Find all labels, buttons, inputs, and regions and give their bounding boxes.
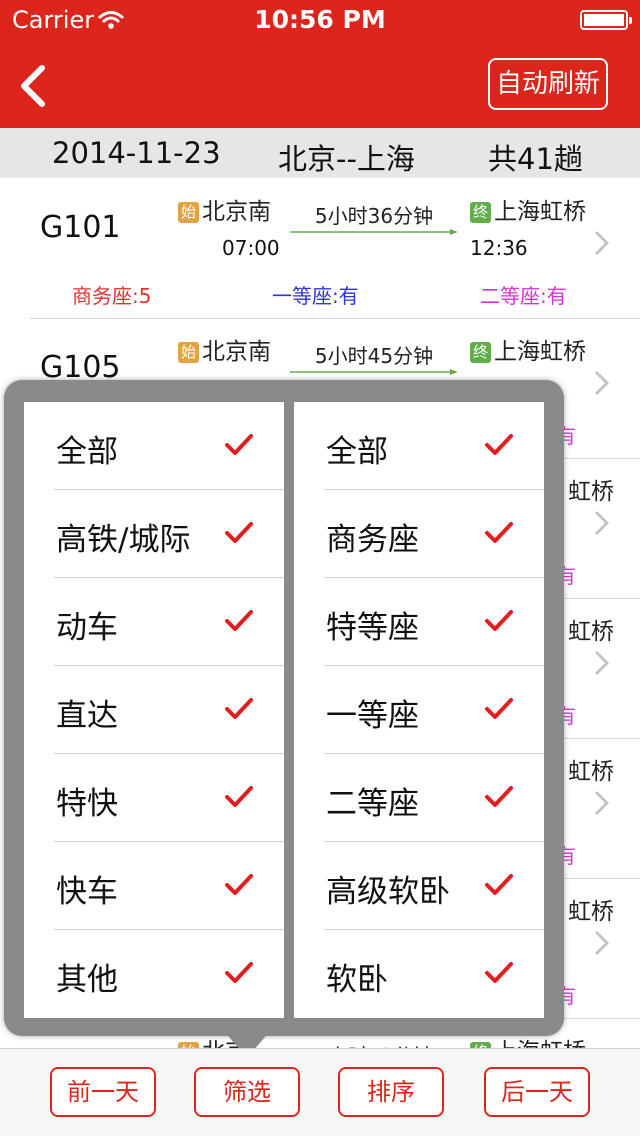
previous-day-button[interactable]: 前一天: [50, 1067, 156, 1117]
option-label: 直达: [56, 698, 118, 734]
checkmark-icon: [485, 874, 513, 895]
option-label: 二等座: [326, 786, 419, 822]
arrow-right-icon: [290, 229, 458, 235]
seat-type-option[interactable]: 二等座: [294, 754, 544, 842]
train-type-list: 全部 高铁/城际 动车 直达 特快 快车 其他: [24, 402, 284, 1018]
end-station-badge: 终: [470, 202, 491, 223]
checkmark-icon: [225, 610, 253, 631]
travel-date: 2014-11-23: [52, 136, 221, 170]
seat-type-option[interactable]: 全部: [294, 402, 544, 490]
seat-type-option[interactable]: 高级软卧: [294, 842, 544, 930]
seat-type-option[interactable]: 软卧: [294, 930, 544, 1018]
arrival-station: 虹桥: [568, 479, 614, 505]
checkmark-icon: [485, 434, 513, 455]
arrow-right-icon: [290, 369, 458, 375]
trip-duration: 5小时36分钟: [314, 204, 434, 228]
option-label: 全部: [326, 434, 388, 470]
chevron-right-icon: [594, 790, 610, 816]
seat-type-option[interactable]: 一等座: [294, 666, 544, 754]
checkmark-icon: [485, 962, 513, 983]
arrival-station: 虹桥: [568, 619, 614, 645]
option-label: 快车: [56, 874, 118, 910]
arrival-station: 终上海虹桥: [470, 332, 586, 366]
seat-type-list: 全部 商务座 特等座 一等座 二等座 高级软卧 软卧: [294, 402, 544, 1018]
auto-refresh-button[interactable]: 自动刷新: [488, 58, 608, 110]
checkmark-icon: [485, 786, 513, 807]
nav-header: Carrier 10:56 PM 自动刷新: [0, 0, 640, 128]
chevron-left-icon: [21, 65, 45, 107]
checkmark-icon: [225, 874, 253, 895]
chevron-right-icon: [594, 370, 610, 396]
bottom-toolbar: 前一天 筛选 排序 后一天: [0, 1048, 640, 1136]
train-type-option[interactable]: 全部: [24, 402, 284, 490]
option-label: 一等座: [326, 698, 419, 734]
filter-button[interactable]: 筛选: [194, 1067, 300, 1117]
option-label: 特快: [56, 786, 118, 822]
chevron-right-icon: [594, 510, 610, 536]
train-number: G101: [40, 210, 121, 245]
chevron-right-icon: [594, 650, 610, 676]
start-station-badge: 始: [178, 342, 199, 363]
checkmark-icon: [225, 522, 253, 543]
back-button[interactable]: [14, 62, 54, 112]
option-label: 动车: [56, 610, 118, 646]
seat-first-class: 一等座:有: [272, 284, 359, 308]
route-label: 北京--上海: [278, 142, 415, 176]
checkmark-icon: [485, 698, 513, 719]
train-type-option[interactable]: 直达: [24, 666, 284, 754]
departure-station: 始北京南: [178, 192, 271, 226]
option-label: 高铁/城际: [56, 522, 191, 558]
checkmark-icon: [225, 962, 253, 983]
option-label: 特等座: [326, 610, 419, 646]
option-label: 软卧: [326, 962, 388, 998]
checkmark-icon: [225, 786, 253, 807]
checkmark-icon: [485, 610, 513, 631]
arrival-station: 虹桥: [568, 899, 614, 925]
query-info-bar: 2014-11-23 北京--上海 共41趟: [0, 128, 640, 178]
departure-time: 07:00: [222, 236, 280, 260]
train-type-option[interactable]: 其他: [24, 930, 284, 1018]
train-type-option[interactable]: 快车: [24, 842, 284, 930]
trip-duration: 5小时45分钟: [314, 344, 434, 368]
checkmark-icon: [225, 698, 253, 719]
train-row[interactable]: G101 始北京南 5小时36分钟 终上海虹桥 07:00 12:36 商务座:…: [0, 178, 640, 318]
seat-type-option[interactable]: 商务座: [294, 490, 544, 578]
start-station-badge: 始: [178, 202, 199, 223]
arrival-station: 虹桥: [568, 759, 614, 785]
checkmark-icon: [225, 434, 253, 455]
train-type-option[interactable]: 特快: [24, 754, 284, 842]
checkmark-icon: [485, 522, 513, 543]
option-label: 全部: [56, 434, 118, 470]
option-label: 商务座: [326, 522, 419, 558]
status-time: 10:56 PM: [254, 5, 386, 34]
end-station-badge: 终: [470, 342, 491, 363]
train-count: 共41趟: [488, 142, 583, 176]
option-label: 高级软卧: [326, 874, 450, 910]
option-label: 其他: [56, 962, 118, 998]
seat-business: 商务座:5: [72, 284, 152, 308]
chevron-right-icon: [594, 930, 610, 956]
next-day-button[interactable]: 后一天: [484, 1067, 590, 1117]
seat-type-option[interactable]: 特等座: [294, 578, 544, 666]
chevron-right-icon: [594, 230, 610, 256]
trip-duration: 5小时42分钟: [290, 1040, 458, 1048]
train-type-option[interactable]: 动车: [24, 578, 284, 666]
status-bar: Carrier 10:56 PM: [0, 0, 640, 40]
train-type-option[interactable]: 高铁/城际: [24, 490, 284, 578]
departure-station: 始北京南: [178, 332, 271, 366]
seat-second-class: 二等座:有: [480, 284, 567, 308]
battery-icon: [580, 10, 632, 30]
sort-button[interactable]: 排序: [338, 1067, 444, 1117]
arrival-time: 12:36: [470, 236, 528, 260]
arrival-station: 终上海虹桥: [470, 192, 586, 226]
